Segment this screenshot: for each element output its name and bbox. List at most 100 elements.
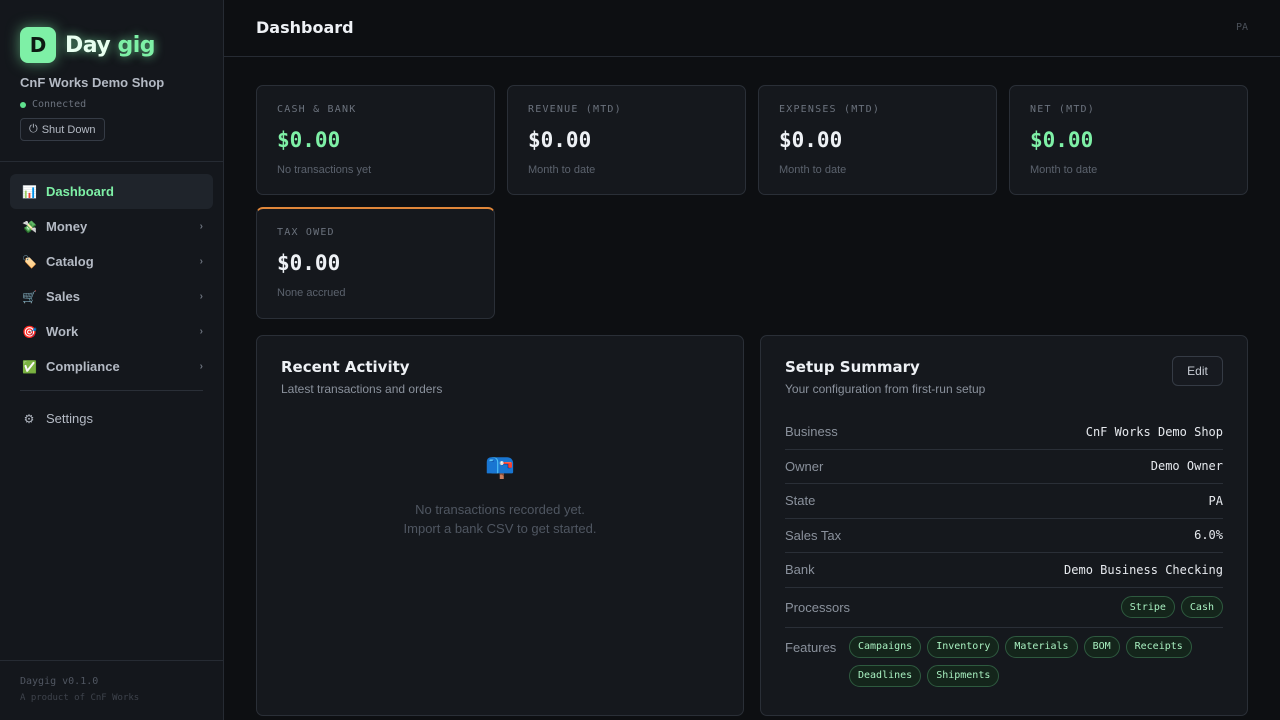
- sidebar-item-money[interactable]: 💸 Money ›: [10, 209, 213, 244]
- stat-subtext: Month to date: [528, 164, 596, 176]
- row-value: 6.0%: [1194, 528, 1223, 543]
- cart-icon: 🛒: [22, 289, 37, 304]
- stat-value: $0.00: [1030, 128, 1094, 152]
- chevron-right-icon: ›: [199, 221, 203, 232]
- stat-value: $0.00: [277, 251, 341, 275]
- shop-name: CnF Works Demo Shop: [20, 75, 165, 90]
- chevron-right-icon: ›: [199, 256, 203, 267]
- empty-state-line: No transactions recorded yet.: [415, 502, 585, 517]
- status-dot-icon: [20, 101, 26, 108]
- processor-pills: Stripe Cash: [1120, 596, 1223, 618]
- page-title: Dashboard: [256, 18, 354, 37]
- shutdown-label: Shut Down: [41, 123, 96, 136]
- summary-row-owner: Owner Demo Owner: [785, 450, 1223, 484]
- mailbox-icon: 📪: [485, 453, 515, 480]
- money-icon: 💸: [22, 219, 37, 234]
- sidebar-footer-divider: [0, 660, 223, 661]
- sidebar-item-label: Work: [46, 324, 79, 339]
- row-label: Features: [785, 639, 837, 655]
- sidebar: D Day gig CnF Works Demo Shop Connected …: [0, 0, 224, 720]
- chevron-right-icon: ›: [199, 326, 203, 337]
- stat-label: REVENUE (MTD): [528, 104, 622, 115]
- processor-pill: Stripe: [1120, 596, 1175, 618]
- brand-name: Day gig: [65, 33, 155, 58]
- stat-card-revenue: REVENUE (MTD) $0.00 Month to date: [507, 85, 746, 195]
- nav-divider: [20, 390, 203, 391]
- brand-name-b: gig: [117, 32, 155, 58]
- shutdown-button[interactable]: ⏻ Shut Down: [20, 118, 105, 141]
- summary-row-processors: Processors Stripe Cash: [785, 588, 1223, 628]
- stat-value: $0.00: [277, 128, 341, 152]
- stat-subtext: None accrued: [277, 287, 346, 299]
- brand-name-a: Day: [65, 32, 111, 58]
- row-value: Demo Owner: [1150, 459, 1223, 474]
- recent-activity-panel: Recent Activity Latest transactions and …: [256, 335, 744, 716]
- row-label: State: [785, 493, 816, 509]
- summary-row-sales-tax: Sales Tax 6.0%: [785, 519, 1223, 553]
- power-icon: ⏻: [29, 123, 38, 135]
- panel-title: Setup Summary: [785, 358, 920, 376]
- feature-pill: Deadlines: [849, 664, 922, 687]
- connection-status-label: Connected: [32, 99, 87, 110]
- sidebar-item-dashboard[interactable]: 📊 Dashboard: [10, 174, 213, 209]
- sidebar-item-label: Compliance: [46, 359, 120, 374]
- feature-pill: Campaigns: [849, 635, 922, 658]
- summary-row-features: Features Campaigns Inventory Materials B…: [785, 635, 1223, 687]
- stat-value: $0.00: [779, 128, 843, 152]
- stat-card-tax-owed: TAX OWED $0.00 None accrued: [256, 207, 495, 319]
- summary-row-state: State PA: [785, 484, 1223, 519]
- feature-pill: Shipments: [927, 664, 1000, 687]
- row-label: Processors: [785, 599, 851, 615]
- brand-logo[interactable]: D Day gig: [20, 27, 155, 63]
- stat-label: TAX OWED: [277, 227, 335, 238]
- stat-value: $0.00: [528, 128, 592, 152]
- sidebar-item-compliance[interactable]: ✅ Compliance ›: [10, 349, 213, 384]
- feature-pill: BOM: [1083, 635, 1120, 658]
- sidebar-item-settings[interactable]: ⚙ Settings: [10, 401, 213, 436]
- tag-icon: 🏷️: [22, 254, 37, 269]
- stat-label: CASH & BANK: [277, 104, 357, 115]
- top-bar: Dashboard PA: [224, 0, 1280, 57]
- feature-pill: Inventory: [927, 635, 1000, 658]
- empty-state-text: No transactions recorded yet. Import a b…: [257, 500, 743, 538]
- panel-title: Recent Activity: [281, 358, 410, 376]
- panel-subtitle: Latest transactions and orders: [281, 382, 443, 396]
- sidebar-item-catalog[interactable]: 🏷️ Catalog ›: [10, 244, 213, 279]
- check-icon: ✅: [22, 359, 37, 374]
- sidebar-item-label: Catalog: [46, 254, 94, 269]
- summary-row-business: Business CnF Works Demo Shop: [785, 415, 1223, 450]
- feature-pills: Campaigns Inventory Materials BOM Receip…: [849, 635, 1199, 687]
- stat-card-expenses: EXPENSES (MTD) $0.00 Month to date: [758, 85, 997, 195]
- stat-subtext: Month to date: [779, 164, 847, 176]
- sidebar-item-work[interactable]: 🎯 Work ›: [10, 314, 213, 349]
- sidebar-item-label: Sales: [46, 289, 80, 304]
- stat-card-cash: CASH & BANK $0.00 No transactions yet: [256, 85, 495, 195]
- row-label: Business: [785, 424, 838, 440]
- app-version: Daygig v0.1.0: [20, 676, 99, 687]
- summary-row-bank: Bank Demo Business Checking: [785, 553, 1223, 588]
- summary-list: Business CnF Works Demo Shop Owner Demo …: [785, 415, 1223, 687]
- row-label: Owner: [785, 458, 824, 474]
- chevron-right-icon: ›: [199, 361, 203, 372]
- row-value: PA: [1208, 493, 1223, 508]
- row-label: Bank: [785, 562, 815, 578]
- sidebar-divider: [0, 161, 223, 162]
- bar-chart-icon: 📊: [22, 184, 37, 199]
- setup-summary-panel: Setup Summary Your configuration from fi…: [760, 335, 1248, 716]
- connection-status: Connected: [20, 99, 86, 110]
- sidebar-item-label: Money: [46, 219, 88, 234]
- stat-subtext: No transactions yet: [277, 164, 372, 176]
- row-label: Sales Tax: [785, 527, 842, 543]
- target-icon: 🎯: [22, 324, 37, 339]
- stat-label: NET (MTD): [1030, 104, 1095, 115]
- chevron-right-icon: ›: [199, 291, 203, 302]
- stat-label: EXPENSES (MTD): [779, 104, 881, 115]
- product-credit: A product of CnF Works: [20, 693, 140, 703]
- empty-state-line: Import a bank CSV to get started.: [403, 521, 597, 536]
- edit-button[interactable]: Edit: [1172, 356, 1223, 386]
- feature-pill: Receipts: [1125, 635, 1192, 658]
- logo-badge: D: [20, 27, 56, 63]
- row-value: Demo Business Checking: [1064, 562, 1223, 577]
- user-avatar[interactable]: PA: [1236, 22, 1248, 33]
- sidebar-item-sales[interactable]: 🛒 Sales ›: [10, 279, 213, 314]
